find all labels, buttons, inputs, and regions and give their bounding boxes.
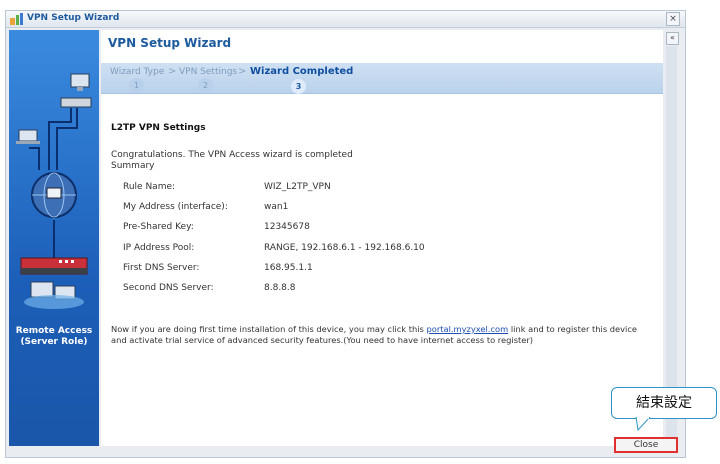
summary-row-value: wan1 bbox=[264, 202, 289, 212]
page-title: VPN Setup Wizard bbox=[108, 36, 232, 50]
summary-row-label: IP Address Pool: bbox=[123, 243, 195, 253]
summary-row-value: 8.8.8.8 bbox=[264, 283, 296, 293]
registration-note-line2: and activate trial service of advanced s… bbox=[111, 335, 534, 345]
summary-row-label: Rule Name: bbox=[123, 182, 176, 192]
remote-computers-icon bbox=[24, 281, 84, 309]
wizard-app-icon bbox=[10, 13, 23, 25]
portal-link[interactable]: portal.myzyxel.com bbox=[426, 324, 508, 334]
section-title: L2TP VPN Settings bbox=[111, 123, 206, 133]
step-vpn-settings: VPN Settings bbox=[179, 67, 238, 77]
step-wizard-type: Wizard Type bbox=[110, 67, 165, 77]
summary-row-value: 12345678 bbox=[264, 222, 310, 232]
globe-icon bbox=[31, 172, 77, 218]
callout-pointer-icon bbox=[635, 417, 651, 431]
title-bar: VPN Setup Wizard × bbox=[6, 11, 685, 28]
registration-note: Now if you are doing first time installa… bbox=[111, 324, 637, 334]
wizard-steps: Wizard Type > VPN Settings > Wizard Comp… bbox=[101, 63, 663, 94]
switch-icon bbox=[60, 97, 92, 108]
summary-row-label: My Address (interface): bbox=[123, 202, 228, 212]
step-chevron-icon: > bbox=[238, 66, 247, 77]
step-number-1: 1 bbox=[129, 78, 144, 93]
summary-row-value: WIZ_L2TP_VPN bbox=[264, 182, 331, 192]
window-close-icon[interactable]: × bbox=[666, 12, 680, 26]
summary-label: Summary bbox=[111, 161, 155, 171]
wizard-content: VPN Setup Wizard Wizard Type > VPN Setti… bbox=[101, 30, 663, 446]
step-chevron-icon: > bbox=[168, 66, 177, 77]
scrollbar[interactable] bbox=[666, 46, 677, 444]
window-title: VPN Setup Wizard bbox=[27, 13, 120, 23]
collapse-panel-icon[interactable]: « bbox=[666, 32, 679, 45]
wizard-sidebar: Remote Access (Server Role) bbox=[9, 30, 99, 446]
step-number-2: 2 bbox=[198, 78, 213, 93]
summary-row-label: Second DNS Server: bbox=[123, 283, 214, 293]
step-wizard-completed: Wizard Completed bbox=[250, 66, 354, 77]
summary-row-label: First DNS Server: bbox=[123, 263, 200, 273]
network-diagram-illustration bbox=[16, 73, 92, 309]
close-button[interactable]: Close bbox=[614, 437, 678, 453]
summary-row-value: 168.95.1.1 bbox=[264, 263, 313, 273]
sidebar-role-line1: Remote Access bbox=[15, 326, 93, 336]
laptop-icon bbox=[16, 129, 40, 144]
firewall-device-icon bbox=[20, 257, 88, 275]
wizard-window: VPN Setup Wizard × Remote Access (Server… bbox=[5, 10, 686, 458]
note-text: Now if you are doing first time installa… bbox=[111, 324, 427, 334]
step-number-3: 3 bbox=[291, 79, 306, 94]
sidebar-role-line2: (Server Role) bbox=[20, 337, 88, 347]
monitor-icon bbox=[70, 73, 90, 91]
annotation-callout: 結束設定 bbox=[611, 387, 717, 419]
summary-row-label: Pre-Shared Key: bbox=[123, 222, 194, 232]
congrats-text: Congratulations. The VPN Access wizard i… bbox=[111, 150, 353, 160]
note-text: link and to register this device bbox=[508, 324, 638, 334]
summary-row-value: RANGE, 192.168.6.1 - 192.168.6.10 bbox=[264, 243, 425, 253]
